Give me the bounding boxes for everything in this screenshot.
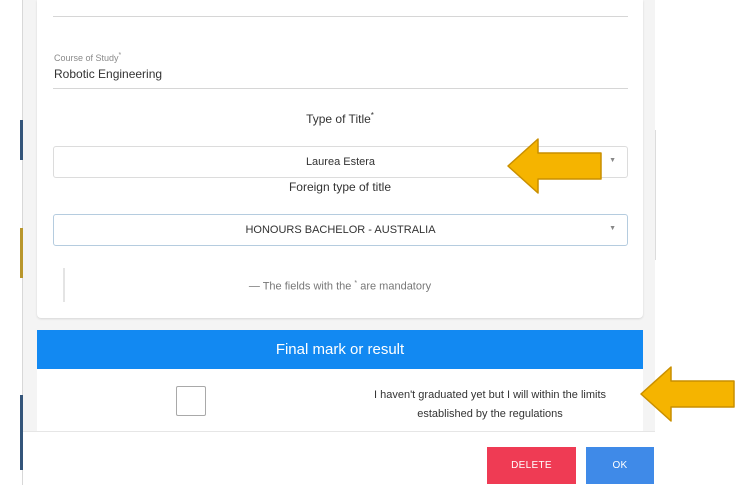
delete-button[interactable]: DELETE	[487, 447, 576, 484]
type-of-title-label: Type of Title*	[306, 111, 374, 126]
course-of-study-field[interactable]: Robotic Engineering	[54, 67, 162, 81]
left-edge-strip	[0, 0, 23, 485]
arrow-left-icon	[640, 366, 735, 422]
scrollbar-track[interactable]	[655, 130, 656, 260]
foreign-type-of-title-select[interactable]: HONOURS BACHELOR - AUSTRALIA ▼	[53, 214, 628, 246]
type-of-title-value: Laurea Estera	[305, 156, 376, 168]
field-underline	[53, 88, 628, 89]
foreign-type-of-title-value: HONOURS BACHELOR - AUSTRALIA	[245, 224, 436, 236]
final-mark-header: Final mark or result	[37, 330, 643, 369]
ok-button[interactable]: OK	[586, 447, 654, 484]
field-underline	[53, 16, 628, 17]
not-graduated-checkbox[interactable]	[176, 386, 206, 416]
required-asterisk: *	[354, 280, 358, 287]
mandatory-fields-note: — The fields with the * are mandatory	[248, 280, 432, 293]
not-graduated-label: I haven't graduated yet but I will withi…	[374, 389, 606, 420]
required-asterisk: *	[118, 52, 122, 59]
chevron-down-icon: ▼	[609, 157, 616, 164]
arrow-left-icon	[507, 138, 602, 194]
required-asterisk: *	[370, 111, 374, 120]
chevron-down-icon: ▼	[609, 225, 616, 232]
course-of-study-label: Course of Study*	[54, 52, 122, 63]
